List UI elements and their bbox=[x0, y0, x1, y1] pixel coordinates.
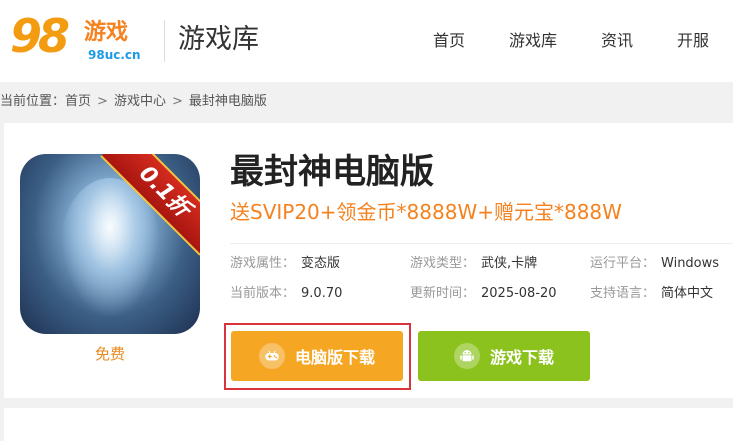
logo-domain-text: 98uc.cn bbox=[88, 48, 141, 62]
site-header: 98 游戏 98uc.cn 游戏库 首页 游戏库 资讯 开服 bbox=[0, 0, 733, 82]
breadcrumb-prefix: 当前位置： bbox=[0, 94, 66, 109]
attribute-game-property: 游戏属性： 变态版 bbox=[230, 256, 341, 271]
next-section-card bbox=[4, 408, 733, 441]
nav-item-server-open[interactable]: 开服 bbox=[677, 30, 709, 52]
breadcrumb-game-center-link[interactable]: 游戏中心 bbox=[114, 94, 166, 109]
game-download-button[interactable]: 游戏下载 bbox=[418, 331, 590, 381]
game-title: 最封神电脑版 bbox=[230, 152, 434, 192]
game-promo-text: 送SVIP20+领金币*8888W+赠元宝*888W bbox=[230, 200, 622, 224]
pc-download-label: 电脑版下载 bbox=[294, 348, 375, 367]
section-title: 游戏库 bbox=[178, 24, 259, 55]
game-icon-image: 0.1折 bbox=[20, 154, 200, 334]
game-attributes: 游戏属性： 变态版 游戏类型： 武侠,卡牌 运行平台： Windows 当前版本： 9.… bbox=[230, 249, 733, 309]
logo-game-text: 游戏 bbox=[84, 20, 129, 45]
attribute-version: 当前版本： 9.0.70 bbox=[230, 286, 343, 301]
breadcrumb-current: 最封神电脑版 bbox=[188, 94, 267, 109]
attribute-platform: 运行平台： Windows bbox=[590, 256, 720, 271]
nav-item-news[interactable]: 资讯 bbox=[601, 30, 633, 52]
attributes-divider bbox=[230, 243, 733, 244]
attribute-language: 支持语言： 简体中文 bbox=[590, 286, 714, 301]
logo-number: 98 bbox=[10, 9, 70, 63]
attribute-row: 当前版本： 9.0.70 更新时间： 2025-08-20 支持语言： 简体中文 bbox=[230, 279, 733, 309]
nav-item-game-library[interactable]: 游戏库 bbox=[509, 30, 557, 52]
game-detail-card: 0.1折 免费 最封神电脑版 送SVIP20+领金币*8888W+赠元宝*888… bbox=[4, 123, 733, 398]
site-logo[interactable]: 98 游戏 98uc.cn bbox=[10, 9, 152, 68]
attribute-game-type: 游戏类型： 武侠,卡牌 bbox=[410, 256, 538, 271]
breadcrumb-separator: > bbox=[171, 94, 183, 109]
nav-item-home[interactable]: 首页 bbox=[433, 30, 465, 52]
attribute-update-time: 更新时间： 2025-08-20 bbox=[410, 286, 557, 301]
main-nav: 首页 游戏库 资讯 开服 bbox=[389, 30, 709, 52]
pc-download-button[interactable]: 电脑版下载 bbox=[231, 331, 403, 381]
breadcrumb-home-link[interactable]: 首页 bbox=[65, 94, 91, 109]
game-download-label: 游戏下载 bbox=[489, 348, 554, 367]
attribute-row: 游戏属性： 变态版 游戏类型： 武侠,卡牌 运行平台： Windows bbox=[230, 249, 733, 279]
breadcrumb-separator: > bbox=[97, 94, 108, 109]
android-icon bbox=[453, 343, 480, 369]
gamepad-icon bbox=[258, 343, 285, 369]
breadcrumb: 当前位置：首页 > 游戏中心 > 最封神电脑版 bbox=[0, 93, 267, 111]
price-label: 免费 bbox=[94, 345, 125, 363]
header-divider bbox=[164, 20, 165, 62]
